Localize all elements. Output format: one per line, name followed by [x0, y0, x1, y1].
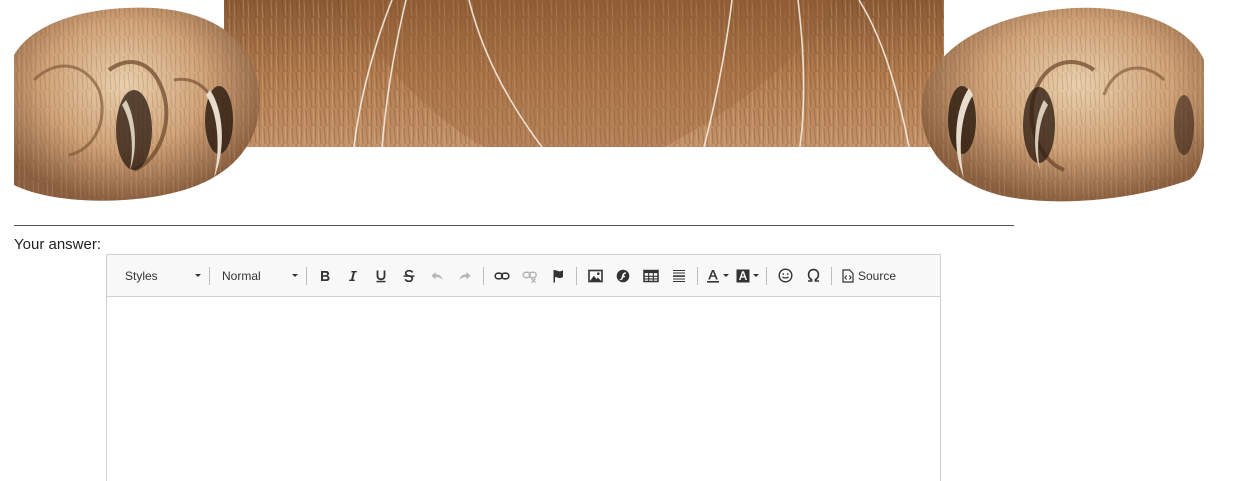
italic-icon — [349, 270, 357, 281]
your-answer-label: Your answer: — [14, 236, 101, 253]
strikethrough-icon — [403, 269, 415, 282]
chevron-down-icon — [722, 274, 729, 277]
source-button[interactable]: Source — [836, 263, 902, 289]
special-character-button[interactable] — [799, 263, 827, 289]
bold-button[interactable] — [311, 263, 339, 289]
chevron-down-icon — [752, 274, 759, 277]
source-icon — [842, 268, 854, 283]
strikethrough-button[interactable] — [395, 263, 423, 289]
background-color-icon — [736, 269, 749, 282]
horizontal-rule-button[interactable] — [665, 263, 693, 289]
horizontal-rule-icon — [673, 269, 685, 282]
table-button[interactable] — [637, 263, 665, 289]
undo-button[interactable] — [423, 263, 451, 289]
chevron-down-icon — [292, 274, 298, 277]
toolbar-separator — [209, 266, 210, 285]
source-button-label: Source — [858, 268, 897, 283]
image-button[interactable] — [581, 263, 609, 289]
styles-dropdown[interactable]: Styles — [115, 263, 205, 289]
smiley-icon — [777, 268, 793, 283]
flag-icon — [553, 269, 563, 282]
background-color-button[interactable] — [732, 263, 762, 289]
anchor-button[interactable] — [544, 263, 572, 289]
bold-icon — [321, 270, 330, 281]
underline-button[interactable] — [367, 263, 395, 289]
editor-toolbar: Styles Normal Source — [107, 255, 940, 297]
emoji-button[interactable] — [771, 263, 799, 289]
flash-icon — [616, 269, 630, 282]
redo-icon — [459, 271, 471, 280]
toolbar-separator — [483, 266, 484, 285]
text-color-icon — [706, 269, 719, 283]
toolbar-separator — [697, 266, 698, 285]
omega-icon — [807, 268, 819, 282]
italic-button[interactable] — [339, 263, 367, 289]
unlink-button[interactable] — [516, 263, 544, 289]
toolbar-separator — [576, 266, 577, 285]
text-color-button[interactable] — [702, 263, 732, 289]
table-icon — [643, 269, 659, 282]
image-icon — [587, 269, 603, 282]
styles-dropdown-label: Styles — [125, 268, 158, 283]
toolbar-separator — [306, 266, 307, 285]
toolbar-separator — [766, 266, 767, 285]
toolbar-separator — [831, 266, 832, 285]
divider-line — [14, 225, 1014, 226]
format-dropdown-label: Normal — [222, 268, 261, 283]
format-dropdown[interactable]: Normal — [214, 263, 302, 289]
underline-icon — [376, 270, 386, 282]
redo-button[interactable] — [451, 263, 479, 289]
cat-paws-image — [14, 0, 1204, 210]
link-button[interactable] — [488, 263, 516, 289]
undo-icon — [431, 271, 443, 280]
chevron-down-icon — [195, 274, 201, 277]
rich-text-editor: Styles Normal Source — [106, 254, 941, 481]
flash-button[interactable] — [609, 263, 637, 289]
editor-content-area[interactable] — [107, 297, 940, 481]
unlink-icon — [522, 270, 537, 283]
page: Your answer: Styles Normal Source — [0, 0, 1255, 481]
link-icon — [494, 271, 510, 280]
